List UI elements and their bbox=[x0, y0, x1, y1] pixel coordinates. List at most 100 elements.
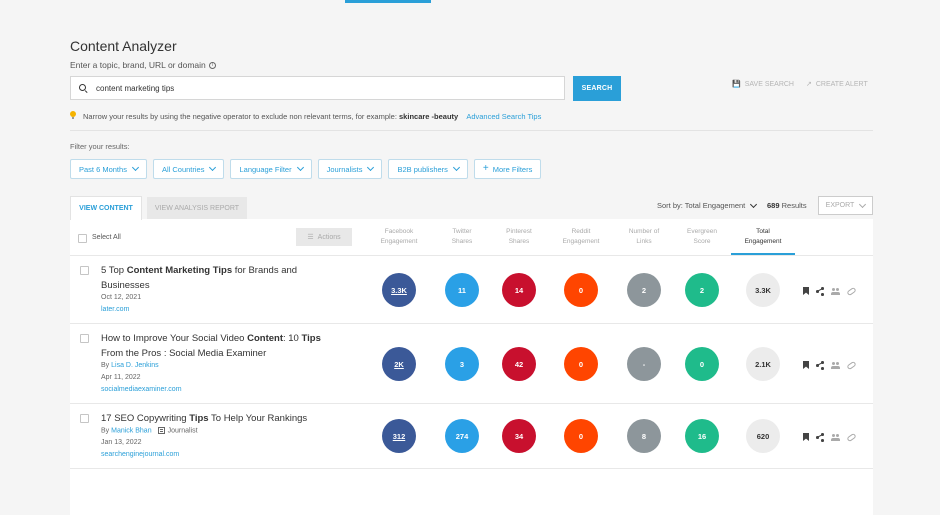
col-label: Engagement bbox=[380, 237, 418, 245]
info-icon[interactable]: i bbox=[208, 61, 216, 69]
facebook-engagement-value[interactable]: 3.3K bbox=[382, 273, 416, 307]
byline-prefix: By bbox=[101, 362, 110, 369]
bookmark-icon[interactable] bbox=[803, 361, 809, 369]
share-icon[interactable] bbox=[816, 361, 824, 369]
lightbulb-icon bbox=[70, 111, 76, 119]
select-all-checkbox[interactable] bbox=[78, 234, 87, 243]
top-nav-active-indicator bbox=[345, 0, 431, 3]
filter-countries[interactable]: All Countries bbox=[152, 159, 225, 179]
col-reddit-engagement[interactable]: Reddit Engagement bbox=[551, 227, 611, 247]
title-part: Content bbox=[247, 333, 283, 344]
results-word: Results bbox=[781, 201, 807, 210]
bookmark-icon[interactable] bbox=[803, 287, 809, 295]
chevron-down-icon bbox=[452, 163, 460, 172]
col-evergreen-score[interactable]: Evergreen Score bbox=[672, 227, 732, 247]
row-actions bbox=[803, 432, 857, 442]
col-label: Links bbox=[636, 237, 652, 245]
article-date: Apr 11, 2022 bbox=[101, 374, 141, 381]
link-icon[interactable] bbox=[846, 360, 857, 370]
twitter-shares-value: 274 bbox=[445, 419, 479, 453]
filter-countries-label: All Countries bbox=[161, 164, 205, 174]
filter-language[interactable]: Language Filter bbox=[230, 159, 312, 179]
table-row: How to Improve Your Social Video Content… bbox=[70, 324, 873, 404]
tab-view-analysis-report[interactable]: VIEW ANALYSIS REPORT bbox=[147, 197, 247, 219]
bookmark-icon[interactable] bbox=[803, 433, 809, 441]
journalist-badge: Journalist bbox=[167, 427, 198, 435]
col-label: Facebook bbox=[384, 228, 414, 235]
number-of-links-value: - bbox=[627, 347, 661, 381]
article-date: Oct 12, 2021 bbox=[101, 294, 142, 301]
link-icon[interactable] bbox=[846, 432, 857, 442]
chevron-down-icon bbox=[859, 200, 867, 208]
title-part: Tips bbox=[301, 333, 321, 344]
number-of-links-value: 2 bbox=[627, 273, 661, 307]
chevron-down-icon bbox=[750, 200, 758, 208]
users-icon[interactable] bbox=[831, 433, 840, 441]
article-byline: By Lisa D. Jenkins bbox=[101, 362, 159, 369]
search-input[interactable] bbox=[96, 83, 536, 93]
users-icon[interactable] bbox=[831, 287, 840, 295]
filter-b2b-label: B2B publishers bbox=[397, 164, 448, 174]
row-checkbox[interactable] bbox=[80, 414, 89, 423]
article-title-link[interactable]: How to Improve Your Social Video Content… bbox=[101, 331, 341, 361]
chevron-down-icon bbox=[367, 163, 375, 172]
users-icon[interactable] bbox=[831, 361, 840, 369]
filter-journalists[interactable]: Journalists bbox=[317, 159, 383, 179]
col-pinterest-shares[interactable]: Pinterest Shares bbox=[489, 227, 549, 247]
byline-prefix: By bbox=[101, 427, 110, 435]
article-domain[interactable]: searchenginejournal.com bbox=[101, 451, 179, 458]
title-part: From the Pros : Social Media Examiner bbox=[101, 348, 267, 359]
filter-b2b[interactable]: B2B publishers bbox=[388, 159, 468, 179]
plus-icon: + bbox=[482, 163, 489, 174]
col-label: Engagement bbox=[562, 237, 600, 245]
title-part: To Help Your Rankings bbox=[208, 413, 308, 424]
actions-button[interactable]: ☰ Actions bbox=[296, 228, 352, 246]
row-checkbox[interactable] bbox=[80, 334, 89, 343]
pinterest-shares-value: 34 bbox=[502, 419, 536, 453]
article-domain[interactable]: socialmediaexaminer.com bbox=[101, 386, 182, 393]
title-part: Content Marketing Tips bbox=[126, 265, 233, 276]
link-icon[interactable] bbox=[846, 286, 857, 296]
col-twitter-shares[interactable]: Twitter Shares bbox=[432, 227, 492, 247]
article-title-link[interactable]: 5 Top Content Marketing Tips for Brands … bbox=[101, 263, 316, 293]
pinterest-shares-value: 42 bbox=[502, 347, 536, 381]
tab-view-content[interactable]: VIEW CONTENT bbox=[70, 196, 142, 220]
col-label: Number of bbox=[628, 228, 660, 235]
save-search-button[interactable]: 💾 SAVE SEARCH bbox=[732, 80, 794, 89]
facebook-engagement-value[interactable]: 2K bbox=[382, 347, 416, 381]
more-filters-button[interactable]: + More Filters bbox=[473, 159, 542, 179]
evergreen-score-value: 2 bbox=[685, 273, 719, 307]
export-button[interactable]: EXPORT bbox=[818, 196, 873, 215]
search-icon bbox=[79, 83, 88, 93]
reddit-engagement-value: 0 bbox=[564, 419, 598, 453]
share-icon[interactable] bbox=[816, 433, 824, 441]
search-button[interactable]: SEARCH bbox=[573, 76, 621, 101]
article-title-link[interactable]: 17 SEO Copywriting Tips To Help Your Ran… bbox=[101, 411, 341, 426]
filter-language-label: Language Filter bbox=[239, 164, 292, 174]
author-link[interactable]: Manick Bhan bbox=[111, 427, 151, 434]
actions-icon: ☰ bbox=[307, 234, 314, 241]
create-alert-label: CREATE ALERT bbox=[815, 80, 868, 88]
sort-dropdown[interactable]: Sort by: Total Engagement bbox=[657, 200, 758, 210]
row-actions bbox=[803, 286, 857, 296]
table-row: 17 SEO Copywriting Tips To Help Your Ran… bbox=[70, 404, 873, 469]
col-label: Evergreen bbox=[687, 228, 717, 235]
share-icon[interactable] bbox=[816, 287, 824, 295]
col-number-of-links[interactable]: Number of Links bbox=[614, 227, 674, 247]
author-link[interactable]: Lisa D. Jenkins bbox=[111, 362, 158, 369]
article-domain[interactable]: later.com bbox=[101, 306, 129, 313]
col-total-engagement[interactable]: Total Engagement bbox=[733, 227, 793, 247]
tip-text: Narrow your results by using the negativ… bbox=[83, 112, 397, 121]
evergreen-score-value: 16 bbox=[685, 419, 719, 453]
facebook-engagement-value[interactable]: 312 bbox=[382, 419, 416, 453]
col-facebook-engagement[interactable]: Facebook Engagement bbox=[369, 227, 429, 247]
pinterest-shares-value: 14 bbox=[502, 273, 536, 307]
divider bbox=[70, 130, 873, 131]
row-checkbox[interactable] bbox=[80, 266, 89, 275]
results-panel: Select All ☰ Actions Facebook Engagement … bbox=[70, 219, 873, 515]
create-alert-button[interactable]: ↗ CREATE ALERT bbox=[806, 80, 868, 89]
advanced-search-tips-link[interactable]: Advanced Search Tips bbox=[466, 112, 541, 121]
title-part: How to Improve Your Social Video bbox=[101, 333, 248, 344]
filter-date[interactable]: Past 6 Months bbox=[70, 159, 147, 179]
twitter-shares-value: 11 bbox=[445, 273, 479, 307]
